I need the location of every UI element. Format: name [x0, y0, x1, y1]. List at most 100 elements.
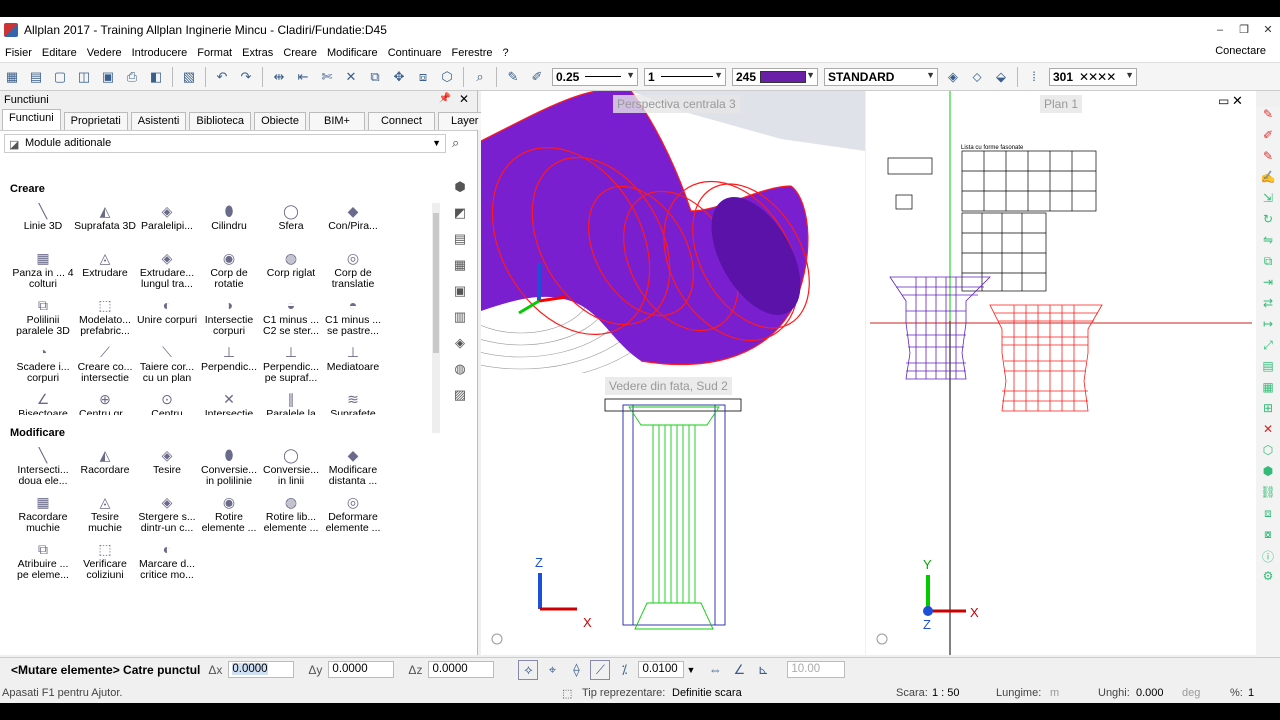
menu-introducere[interactable]: Introducere	[127, 47, 193, 59]
close-viewport-icon[interactable]: ✕	[1232, 93, 1243, 109]
extend-icon[interactable]: ↦	[1256, 317, 1280, 338]
info-icon[interactable]: ⓘ	[1256, 548, 1280, 569]
copy-icon[interactable]: ⧉	[1256, 254, 1280, 275]
tab-obiecte[interactable]: Obiecte	[254, 112, 306, 130]
edit-icon[interactable]: ✎	[1256, 149, 1280, 170]
align-icon[interactable]: ▤	[1256, 359, 1280, 380]
copy-icon[interactable]: ⧉	[365, 67, 385, 87]
function-chamfer-button[interactable]: ◈ Tesire	[136, 445, 198, 487]
open-icon[interactable]: ◫	[74, 67, 94, 87]
rotate-icon[interactable]: ↻	[1256, 212, 1280, 233]
length-unit[interactable]: m	[1050, 687, 1059, 699]
function-chamfer-edge-button[interactable]: ◬ Tesire muchie	[74, 492, 136, 534]
close-button[interactable]: ✕	[1256, 17, 1280, 43]
snap-point-icon[interactable]: ⟡	[518, 659, 539, 680]
tolerance-input[interactable]: 0.0100	[638, 661, 685, 678]
tab-bim[interactable]: BIM+	[308, 112, 365, 130]
snap-line-icon[interactable]: ⟋	[590, 659, 611, 680]
draw-icon[interactable]: ✐	[1256, 128, 1280, 149]
function-intersection-edge-button[interactable]: ⟋ Creare co... intersectie	[74, 342, 136, 384]
menu-format[interactable]: Format	[192, 47, 237, 59]
tab-proprietati[interactable]: Proprietati	[63, 112, 128, 130]
function-intersect-button[interactable]: ◑ Intersectie corpuri	[198, 295, 260, 337]
mirror-icon[interactable]: ⇋	[1256, 233, 1280, 254]
layer-lock-icon[interactable]: ⬦	[967, 67, 987, 87]
move-icon[interactable]: ✥	[389, 67, 409, 87]
link-icon[interactable]: ⛓	[1256, 485, 1280, 506]
scale-value[interactable]: 1 : 50	[932, 687, 960, 699]
dy-input[interactable]: 0.0000	[328, 661, 395, 678]
layout-icon[interactable]: ◧	[146, 67, 166, 87]
function-subtract-bodies-button[interactable]: ◔ Scadere i... corpuri	[12, 342, 74, 384]
pin-icon[interactable]: 📌	[439, 93, 451, 104]
menu-creare[interactable]: Creare	[278, 47, 322, 59]
list-icon[interactable]: ▤	[450, 231, 470, 257]
menu-modificare[interactable]: Modificare	[322, 47, 383, 59]
maximize-viewport-icon[interactable]: ▭	[1218, 94, 1229, 108]
function-subtract-button[interactable]: ◒ C1 minus ... C2 se ster...	[260, 295, 322, 337]
tab-biblioteca[interactable]: Biblioteca	[189, 112, 252, 130]
front-viewport[interactable]: Vedere din fata, Sud 2 Z X	[481, 373, 865, 655]
dz-input[interactable]: 0.0000	[428, 661, 495, 678]
function-free-rotate-button[interactable]: ◍ Rotire lib... elemente ...	[260, 492, 322, 534]
plan-viewport[interactable]: Plan 1 ▭ ✕ Lista cu forme fasonate Y X Z	[866, 91, 1256, 655]
ortho-icon[interactable]: ⊾	[753, 660, 773, 680]
grid-icon[interactable]: ▥	[450, 309, 470, 335]
mirror-icon[interactable]: ⧈	[413, 67, 433, 87]
color-select[interactable]: 245 ▼	[732, 67, 818, 86]
delete-icon[interactable]: ✕	[341, 67, 361, 87]
pattern-select[interactable]: 301 ✕✕✕✕ ▼	[1049, 67, 1137, 86]
tag-icon[interactable]: ◈	[450, 335, 470, 361]
save-icon[interactable]: ▣	[98, 67, 118, 87]
function-delete-surface-button[interactable]: ◈ Stergere s... dintr-un c...	[136, 492, 198, 534]
angle-unit[interactable]: deg	[1182, 687, 1200, 699]
function-polyline-button[interactable]: ⧉ Polilinii paralele 3D	[12, 295, 74, 337]
function-cut-plane-button[interactable]: ⟍ Taiere cor... cu un plan	[136, 342, 198, 384]
function-translate-button[interactable]: ◎ Corp de translatie	[322, 248, 384, 290]
scroll-thumb[interactable]	[433, 213, 439, 353]
drawing-files-icon[interactable]: ▤	[26, 67, 46, 87]
convert-icon[interactable]: ⬡	[1256, 443, 1280, 464]
connect-link[interactable]: Conectare	[1215, 45, 1266, 57]
measure-icon[interactable]: ⇹	[269, 67, 289, 87]
snap-intersection-icon[interactable]: ⟠	[566, 660, 586, 680]
dx-input[interactable]: 0.0000	[228, 661, 295, 678]
tab-asistenti[interactable]: Asistenti	[130, 112, 187, 130]
snap-divide-icon[interactable]: ⁒	[614, 660, 634, 680]
snap-grid-icon[interactable]: ⌖	[542, 660, 562, 680]
tab-functiuni[interactable]: Functiuni	[2, 109, 61, 130]
picture-icon[interactable]: ▨	[450, 387, 470, 413]
function-bisector-button[interactable]: ⊥ Mediatoare	[322, 342, 384, 384]
layer-visibility-icon[interactable]: ◈	[943, 67, 963, 87]
function-rotate-button[interactable]: ◉ Rotire elemente ...	[198, 492, 260, 534]
menu-vedere[interactable]: Vedere	[82, 47, 127, 59]
function-cylinder-button[interactable]: ⬮ Cilindru	[198, 201, 260, 243]
function-centroid-button[interactable]: ⊕ Centru gr...	[74, 389, 136, 415]
functions-scrollbar[interactable]	[432, 203, 440, 433]
function-revolve-button[interactable]: ◉ Corp de rotatie	[198, 248, 260, 290]
function-angle-bisector-button[interactable]: ∠ Bisectoare	[12, 389, 74, 415]
hatch-icon[interactable]: ⁞	[1024, 67, 1044, 87]
function-center-button[interactable]: ⊙ Centru	[136, 389, 198, 415]
function-union-button[interactable]: ◐ Unire corpuri	[136, 295, 198, 337]
settings-icon[interactable]: ⚙	[1256, 569, 1280, 590]
function-perpendicular-button[interactable]: ⊥ Perpendic...	[198, 342, 260, 384]
function-assign-button[interactable]: ⧉ Atribuire ... pe eleme...	[12, 539, 74, 581]
function-intersect-two-button[interactable]: ╲ Intersecti... doua ele...	[12, 445, 74, 487]
function-intersection-button[interactable]: ✕ Intersectie	[198, 389, 260, 415]
function-sphere-button[interactable]: ◯ Sfera	[260, 201, 322, 243]
function-perpendicular-surface-button[interactable]: ⊥ Perpendic... pe supraf...	[260, 342, 322, 384]
brush-icon[interactable]: ✍	[1256, 170, 1280, 191]
image-icon[interactable]: ▧	[179, 67, 199, 87]
function-subtract-keep-button[interactable]: ◓ C1 minus ... se pastre...	[322, 295, 384, 337]
function-convert-polyline-button[interactable]: ⬮ Conversie... in polilinie	[198, 445, 260, 487]
menu-help[interactable]: ?	[497, 47, 513, 59]
function-collision-button[interactable]: ⬚ Verificare coliziuni	[74, 539, 136, 581]
layers-icon[interactable]: ◩	[450, 205, 470, 231]
object-icon[interactable]: ▣	[450, 283, 470, 309]
menu-extras[interactable]: Extras	[237, 47, 278, 59]
zoom-icon[interactable]: ⌕	[470, 67, 490, 87]
measure-icon[interactable]: ⇥	[1256, 275, 1280, 296]
angle-icon[interactable]: ∠	[729, 660, 749, 680]
format-painter-icon[interactable]: ✎	[503, 67, 523, 87]
